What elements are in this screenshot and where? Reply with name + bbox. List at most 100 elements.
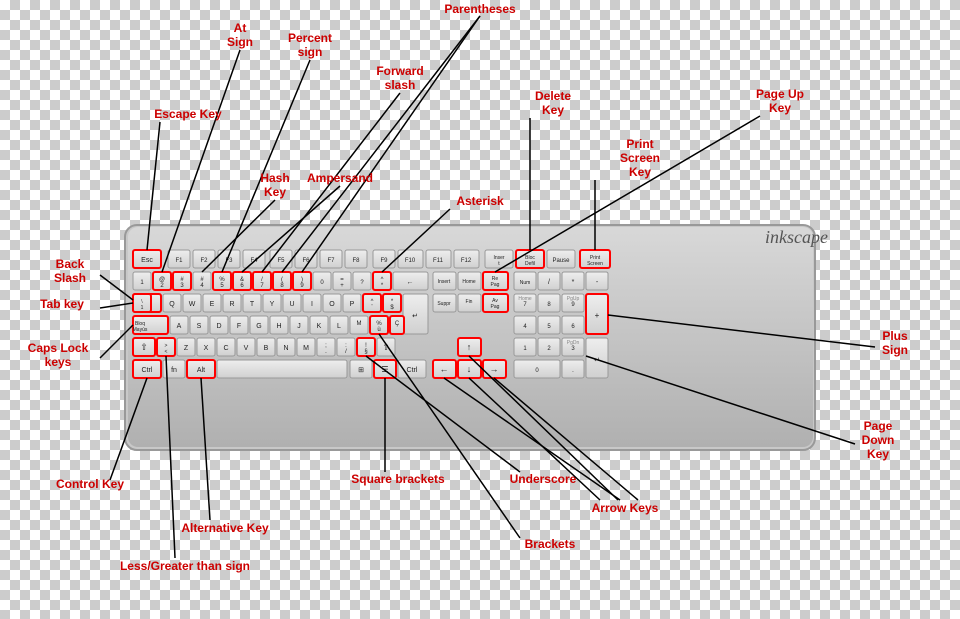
svg-text:Inser: Inser <box>493 255 504 261</box>
svg-text:↓: ↓ <box>467 364 472 374</box>
label-brackets: Brackets <box>525 537 576 551</box>
svg-text:Key: Key <box>264 185 286 199</box>
svg-text:7: 7 <box>523 302 527 308</box>
svg-text:F11: F11 <box>433 258 444 264</box>
svg-text:inkscape: inkscape <box>765 227 828 247</box>
svg-text:/: / <box>548 279 550 286</box>
svg-text:F2: F2 <box>200 258 208 264</box>
label-page-down: Page <box>864 419 893 433</box>
svg-text:F3: F3 <box>225 258 233 264</box>
svg-text:Ç: Ç <box>395 321 400 327</box>
svg-text:#: # <box>180 277 184 283</box>
svg-text:Pag: Pag <box>491 304 500 310</box>
svg-text:Home: Home <box>518 296 532 302</box>
svg-text:^: ^ <box>371 299 374 305</box>
svg-text:⇥: ⇥ <box>144 299 151 308</box>
label-page-up: Page Up <box>756 87 804 101</box>
svg-text:Num: Num <box>520 280 531 286</box>
svg-text:6: 6 <box>240 283 244 289</box>
svg-text:Y: Y <box>270 301 275 308</box>
label-plus: Plus <box>882 329 908 343</box>
svg-text:Defil: Defil <box>525 261 535 267</box>
svg-text:P: P <box>350 301 355 308</box>
svg-text:*: * <box>572 279 575 286</box>
label-print-screen: Print <box>626 137 653 151</box>
svg-text:T: T <box>250 301 255 308</box>
label-control: Control Key <box>56 477 124 491</box>
svg-text:L: L <box>337 323 341 330</box>
svg-text:Sign: Sign <box>882 343 908 357</box>
svg-text:←: ← <box>407 279 414 286</box>
svg-text:Pag: Pag <box>491 282 500 288</box>
svg-text:sign: sign <box>298 45 323 59</box>
svg-text:Fin: Fin <box>466 299 473 305</box>
svg-text:?: ? <box>360 280 364 286</box>
svg-text:Alt: Alt <box>197 367 205 374</box>
svg-text:F10: F10 <box>405 258 416 264</box>
svg-text:7: 7 <box>260 283 264 289</box>
svg-text:J: J <box>297 323 301 330</box>
svg-text:\: \ <box>141 299 143 305</box>
label-square-brackets: Square brackets <box>351 472 445 486</box>
svg-text:I: I <box>311 301 313 308</box>
svg-text:F7: F7 <box>327 258 335 264</box>
svg-text:%: % <box>219 277 225 283</box>
svg-text:Re: Re <box>492 276 499 282</box>
svg-text:&: & <box>240 277 244 283</box>
label-less-greater: Less/Greater than sign <box>120 559 250 573</box>
svg-text:/: / <box>345 349 347 355</box>
svg-text:G: G <box>256 323 261 330</box>
svg-text:Key: Key <box>867 447 889 461</box>
svg-text::: : <box>345 343 347 349</box>
svg-text:O: O <box>329 301 335 308</box>
svg-text:5: 5 <box>547 324 551 330</box>
svg-text:Sign: Sign <box>227 35 253 49</box>
svg-text:Key: Key <box>769 101 791 115</box>
svg-text:Home: Home <box>462 279 476 285</box>
svg-text:Down: Down <box>862 433 895 447</box>
svg-text:Bloq: Bloq <box>135 321 145 327</box>
svg-text:0: 0 <box>320 280 324 286</box>
svg-text:$: $ <box>390 305 394 311</box>
svg-text:2: 2 <box>547 346 551 352</box>
svg-text:M: M <box>357 321 362 327</box>
svg-text:Key: Key <box>629 165 651 179</box>
label-alt: Alternative Key <box>181 521 269 535</box>
svg-text:.: . <box>325 349 327 355</box>
label-backslash: Back <box>56 257 85 271</box>
svg-text:fn: fn <box>171 367 177 374</box>
svg-text:Screen: Screen <box>620 151 660 165</box>
svg-text:(: ( <box>281 277 283 283</box>
svg-text:F12: F12 <box>461 258 472 264</box>
svg-text:W: W <box>189 301 196 308</box>
svg-text:☰: ☰ <box>381 365 388 374</box>
svg-text:8: 8 <box>547 302 551 308</box>
svg-text:F5: F5 <box>277 258 285 264</box>
svg-text:6: 6 <box>571 324 575 330</box>
label-asterisk: Asterisk <box>456 194 504 208</box>
svg-text:§: § <box>364 349 367 355</box>
label-hash: Hash <box>260 171 289 185</box>
svg-text:Screen: Screen <box>587 261 603 267</box>
svg-text:A: A <box>177 323 182 330</box>
svg-text:Ctrl: Ctrl <box>142 367 153 374</box>
svg-text:Mayús: Mayús <box>133 327 148 333</box>
svg-text:1: 1 <box>140 280 144 286</box>
label-underscore: Underscore <box>510 472 577 486</box>
svg-text:+: + <box>340 283 344 289</box>
svg-text:#: # <box>200 277 204 283</box>
svg-text:4: 4 <box>523 324 527 330</box>
svg-text:F6: F6 <box>302 258 310 264</box>
svg-text:F: F <box>237 323 241 330</box>
svg-text:F8: F8 <box>352 258 360 264</box>
svg-text:Slash: Slash <box>54 271 86 285</box>
svg-text:→: → <box>490 364 499 374</box>
svg-text:Insert: Insert <box>438 279 451 285</box>
svg-text:/: / <box>261 277 263 283</box>
svg-text:U: U <box>289 301 294 308</box>
svg-text:-: - <box>596 279 599 286</box>
svg-text:F9: F9 <box>380 258 388 264</box>
svg-text:¨: ¨ <box>371 305 373 311</box>
label-ampersand: Ampersand <box>307 171 373 185</box>
svg-text:9: 9 <box>571 302 575 308</box>
